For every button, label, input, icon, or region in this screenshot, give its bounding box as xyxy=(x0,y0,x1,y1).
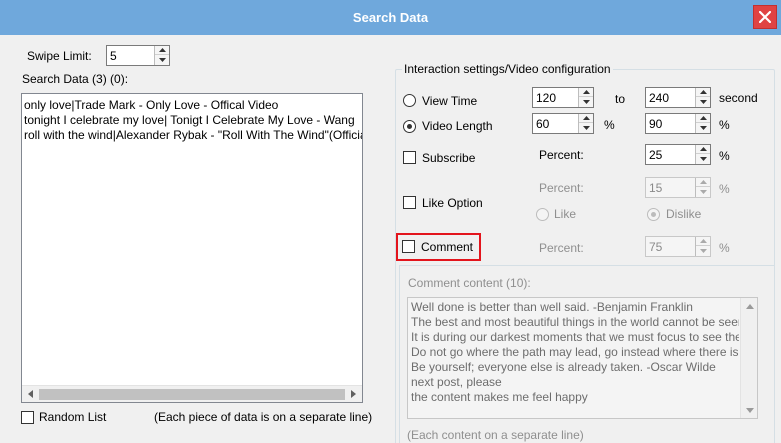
like-option-checkbox[interactable] xyxy=(403,196,416,209)
like-percent-input[interactable] xyxy=(646,178,695,197)
swipe-limit-label: Swipe Limit: xyxy=(27,49,92,63)
swipe-limit-arrows[interactable] xyxy=(154,46,169,65)
comment-line: Do not go where the path may lead, go in… xyxy=(411,345,739,359)
video-length-to-input[interactable] xyxy=(646,114,695,133)
video-length-from-input[interactable] xyxy=(533,114,578,133)
swipe-limit-input[interactable] xyxy=(107,46,154,65)
dislike-radio[interactable] xyxy=(647,208,660,221)
scroll-right-icon[interactable] xyxy=(345,386,362,402)
like-radio-label: Like xyxy=(554,207,577,221)
scroll-left-icon[interactable] xyxy=(22,386,39,402)
subscribe-percent-input[interactable] xyxy=(646,145,695,164)
search-data-line: roll with the wind|Alexander Rybak - "Ro… xyxy=(24,128,362,142)
close-icon xyxy=(759,11,771,23)
subscribe-percent-unit: % xyxy=(719,149,730,163)
stepper-down-icon[interactable] xyxy=(696,187,710,196)
scroll-down-icon[interactable] xyxy=(741,402,758,418)
stepper-up-icon[interactable] xyxy=(696,114,710,123)
video-length-from-unit: % xyxy=(604,118,615,132)
window-title: Search Data xyxy=(352,10,429,25)
comment-line: next post, please xyxy=(411,375,502,389)
like-option-label: Like Option xyxy=(422,196,483,210)
interaction-settings-legend: Interaction settings/Video configuration xyxy=(402,62,613,76)
stepper-down-icon[interactable] xyxy=(696,97,710,106)
stepper-arrows[interactable] xyxy=(695,88,710,107)
comment-content-textarea[interactable]: Well done is better than well said. -Ben… xyxy=(407,297,758,419)
dislike-radio-label: Dislike xyxy=(666,207,702,221)
comment-percent-unit: % xyxy=(719,241,730,255)
swipe-limit-stepper[interactable] xyxy=(106,45,170,66)
comment-line: Well done is better than well said. -Ben… xyxy=(411,300,693,314)
view-time-from-stepper[interactable] xyxy=(532,87,594,108)
search-data-label: Search Data (3) (0): xyxy=(22,72,129,86)
stepper-down-icon[interactable] xyxy=(579,97,593,106)
stepper-arrows[interactable] xyxy=(578,88,593,107)
comment-content-legend: Comment content (10): xyxy=(408,276,531,290)
stepper-arrows[interactable] xyxy=(695,178,710,197)
stepper-down-icon[interactable] xyxy=(696,246,710,255)
stepper-arrows[interactable] xyxy=(695,237,710,256)
video-length-from-stepper[interactable] xyxy=(532,113,594,134)
stepper-down-icon[interactable] xyxy=(696,154,710,163)
view-time-to-stepper[interactable] xyxy=(645,87,711,108)
search-data-line: tonight I celebrate my love| Tonigt I Ce… xyxy=(24,113,355,127)
stepper-arrows[interactable] xyxy=(695,145,710,164)
comment-line: The best and most beautiful things in th… xyxy=(411,315,739,329)
video-length-to-stepper[interactable] xyxy=(645,113,711,134)
subscribe-percent-stepper[interactable] xyxy=(645,144,711,165)
stepper-down-icon[interactable] xyxy=(696,123,710,132)
dialog-body: Swipe Limit: Search Data (3) (0): only l… xyxy=(0,35,781,443)
subscribe-checkbox[interactable] xyxy=(403,151,416,164)
view-time-label: View Time xyxy=(422,94,478,108)
comment-percent-label: Percent: xyxy=(539,241,584,255)
scrollbar-thumb[interactable] xyxy=(39,389,345,400)
comment-line: Be yourself; everyone else is already ta… xyxy=(411,360,716,374)
stepper-down-icon[interactable] xyxy=(155,55,169,64)
stepper-up-icon[interactable] xyxy=(696,145,710,154)
comment-highlight xyxy=(396,233,481,261)
stepper-up-icon[interactable] xyxy=(579,114,593,123)
view-time-from-input[interactable] xyxy=(533,88,578,107)
search-data-textarea[interactable]: only love|Trade Mark - Only Love - Offic… xyxy=(21,93,363,403)
video-length-label: Video Length xyxy=(422,119,493,133)
search-data-line: only love|Trade Mark - Only Love - Offic… xyxy=(24,98,279,112)
stepper-up-icon[interactable] xyxy=(696,237,710,246)
view-time-to-label: to xyxy=(615,92,626,106)
stepper-up-icon[interactable] xyxy=(696,178,710,187)
comment-line: the content makes me feel happy xyxy=(411,390,588,404)
stepper-up-icon[interactable] xyxy=(696,88,710,97)
video-length-to-unit: % xyxy=(719,118,730,132)
comment-content-note: (Each content on a separate line) xyxy=(407,428,584,442)
close-button[interactable] xyxy=(753,5,777,29)
like-radio[interactable] xyxy=(536,208,549,221)
view-time-to-input[interactable] xyxy=(646,88,695,107)
subscribe-percent-label: Percent: xyxy=(539,148,584,162)
horizontal-scrollbar[interactable] xyxy=(22,385,362,402)
comment-percent-input[interactable] xyxy=(646,237,695,256)
stepper-up-icon[interactable] xyxy=(579,88,593,97)
subscribe-label: Subscribe xyxy=(422,151,476,165)
comment-percent-stepper[interactable] xyxy=(645,236,711,257)
view-time-radio[interactable] xyxy=(403,94,416,107)
stepper-down-icon[interactable] xyxy=(579,123,593,132)
scroll-up-icon[interactable] xyxy=(741,298,758,314)
like-percent-stepper[interactable] xyxy=(645,177,711,198)
video-length-radio[interactable] xyxy=(403,120,416,133)
random-list-label: Random List xyxy=(39,410,107,424)
vertical-scrollbar[interactable] xyxy=(740,298,757,418)
like-percent-unit: % xyxy=(719,182,730,196)
random-list-checkbox[interactable] xyxy=(21,411,34,424)
separate-line-note: (Each piece of data is on a separate lin… xyxy=(154,410,373,424)
stepper-arrows[interactable] xyxy=(578,114,593,133)
view-time-unit: second xyxy=(719,91,758,105)
stepper-up-icon[interactable] xyxy=(155,46,169,55)
stepper-arrows[interactable] xyxy=(695,114,710,133)
comment-line: It is during our darkest moments that we… xyxy=(411,330,739,344)
like-percent-label: Percent: xyxy=(539,181,584,195)
title-bar: Search Data xyxy=(0,0,781,35)
